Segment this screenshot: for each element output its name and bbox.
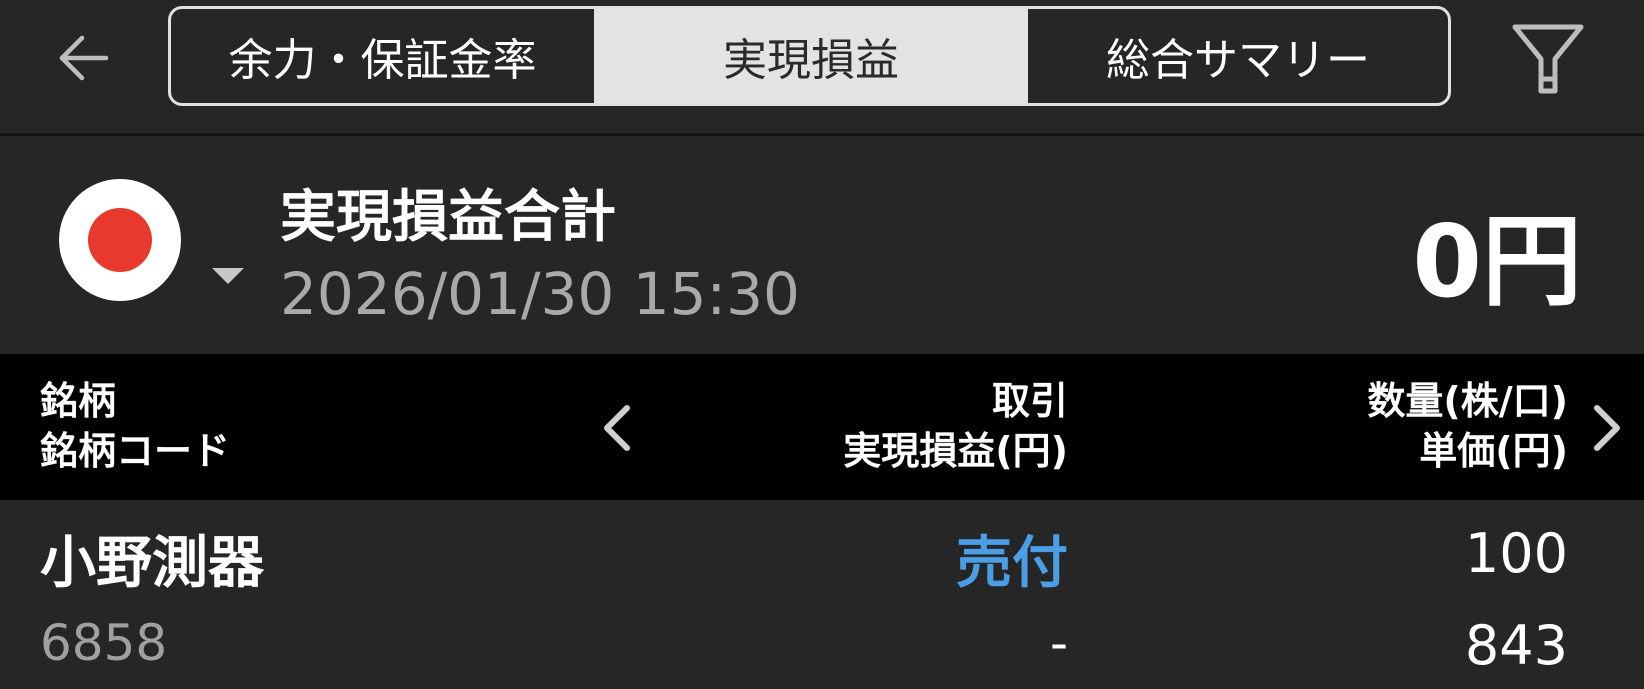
column-label-quantity: 数量(株/口)	[1367, 379, 1568, 423]
top-header: 余力・保証金率 実現損益 総合サマリー	[0, 0, 1644, 136]
chevron-left-icon	[604, 405, 630, 451]
dropdown-caret-icon	[212, 268, 244, 284]
column-label-trade: 取引	[991, 379, 1068, 423]
summary-datetime: 2026/01/30 15:30	[280, 260, 800, 328]
column-header-right: 数量(株/口) 単価(円)	[1367, 376, 1568, 476]
chevron-right-icon	[1594, 405, 1620, 451]
column-label-realized-pl: 実現損益(円)	[843, 429, 1068, 473]
column-header-middle: 取引 実現損益(円)	[843, 376, 1068, 476]
row-quantity: 100	[1464, 522, 1568, 585]
tab-realized-pl[interactable]: 実現損益	[594, 9, 1028, 103]
next-columns-button[interactable]	[1580, 398, 1634, 458]
column-label-unit-price: 単価(円)	[1419, 429, 1568, 473]
summary-title: 実現損益合計	[280, 185, 616, 250]
column-header-bar: 銘柄 銘柄コード 取引 実現損益(円) 数量(株/口) 単価(円)	[0, 354, 1644, 500]
tab-overall-summary[interactable]: 総合サマリー	[1028, 9, 1448, 103]
japan-flag-icon	[59, 179, 181, 301]
column-label-symbol-code: 銘柄コード	[40, 429, 231, 473]
realized-pl-summary: 実現損益合計 2026/01/30 15:30 0円	[0, 136, 1644, 354]
column-header-left: 銘柄 銘柄コード	[40, 376, 230, 476]
row-unit-price: 843	[1464, 614, 1568, 677]
summary-total: 0円	[1412, 203, 1582, 320]
currency-selector[interactable]	[56, 176, 244, 306]
filter-button[interactable]	[1508, 18, 1588, 100]
back-arrow-icon	[59, 35, 109, 81]
row-symbol-code: 6858	[40, 614, 168, 672]
column-label-symbol: 銘柄	[40, 379, 117, 423]
tab-margin-ratio[interactable]: 余力・保証金率	[171, 9, 594, 103]
segment-control: 余力・保証金率 実現損益 総合サマリー	[168, 6, 1451, 106]
back-button[interactable]	[48, 22, 120, 94]
prev-columns-button[interactable]	[590, 398, 644, 458]
filter-icon	[1512, 24, 1584, 94]
row-realized-pl: -	[1049, 614, 1068, 672]
table-row[interactable]: 小野測器 6858 売付 - 100 843	[0, 500, 1644, 689]
row-trade-type: 売付	[956, 531, 1068, 596]
row-symbol-name: 小野測器	[40, 531, 264, 596]
